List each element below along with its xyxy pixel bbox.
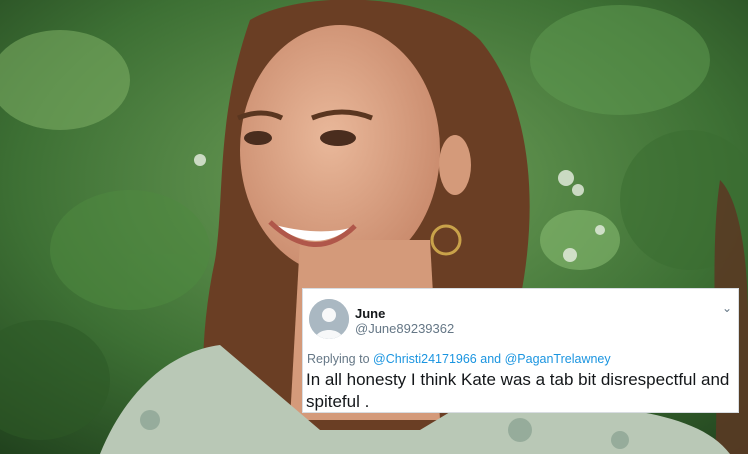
replying-to-line: Replying to @Christi24171966 and @PaganT… [307,352,611,366]
reply-user-link-2[interactable]: @PaganTrelawney [505,352,611,366]
tweet-author-handle[interactable]: @June89239362 [355,321,454,336]
tweet-author-name[interactable]: June [355,306,385,321]
replying-to-label: Replying to [307,352,370,366]
tweet-card[interactable]: June @June89239362 ⌄ Replying to @Christ… [302,288,739,413]
reply-and-text: and [480,352,502,366]
reply-user-link-1[interactable]: @Christi24171966 [373,352,477,366]
tweet-text: In all honesty I think Kate was a tab bi… [306,370,730,411]
chevron-down-icon[interactable]: ⌄ [722,301,732,315]
default-avatar-icon[interactable] [309,299,349,339]
